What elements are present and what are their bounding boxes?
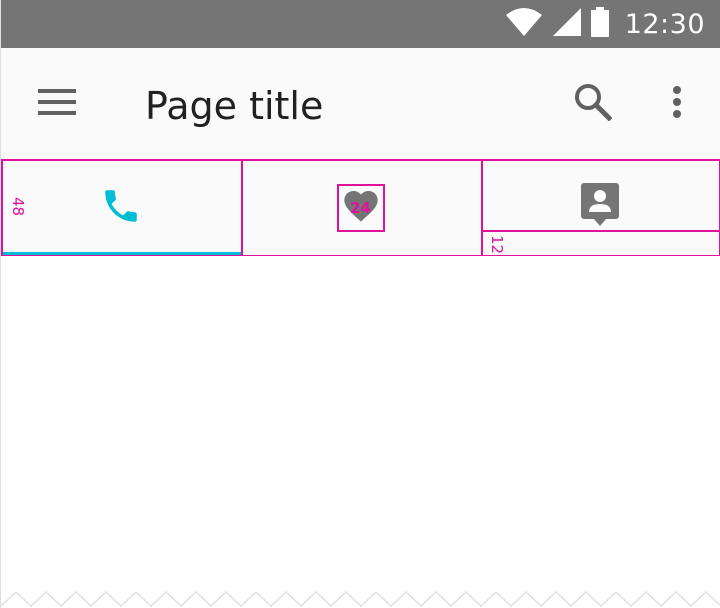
- tab-phone[interactable]: [1, 160, 241, 256]
- contact-icon: [581, 182, 621, 232]
- battery-icon: [590, 6, 609, 42]
- search-button[interactable]: [565, 76, 621, 132]
- tab-height-label: 48: [9, 197, 27, 217]
- page-title: Page title: [145, 84, 324, 128]
- menu-icon: [38, 88, 76, 120]
- wifi-icon: [505, 7, 543, 42]
- cellular-signal-icon: [552, 7, 581, 41]
- more-options-button[interactable]: [649, 76, 705, 132]
- status-time: 12:30: [624, 8, 705, 40]
- content-area: [1, 256, 720, 608]
- app-bar: Page title: [1, 48, 720, 160]
- icon-size-label: 24: [350, 199, 371, 217]
- status-icons: 12:30: [505, 0, 705, 48]
- torn-edge: [1, 590, 720, 608]
- more-vert-icon: [672, 85, 682, 124]
- phone-icon: [100, 185, 142, 232]
- menu-button[interactable]: [29, 76, 85, 132]
- bottom-padding-label: 12: [488, 235, 506, 255]
- status-bar: 12:30: [1, 0, 720, 48]
- device-frame: 12:30 Page title 48 24 12: [0, 0, 720, 608]
- tab-contacts[interactable]: [481, 160, 720, 256]
- search-icon: [574, 83, 613, 126]
